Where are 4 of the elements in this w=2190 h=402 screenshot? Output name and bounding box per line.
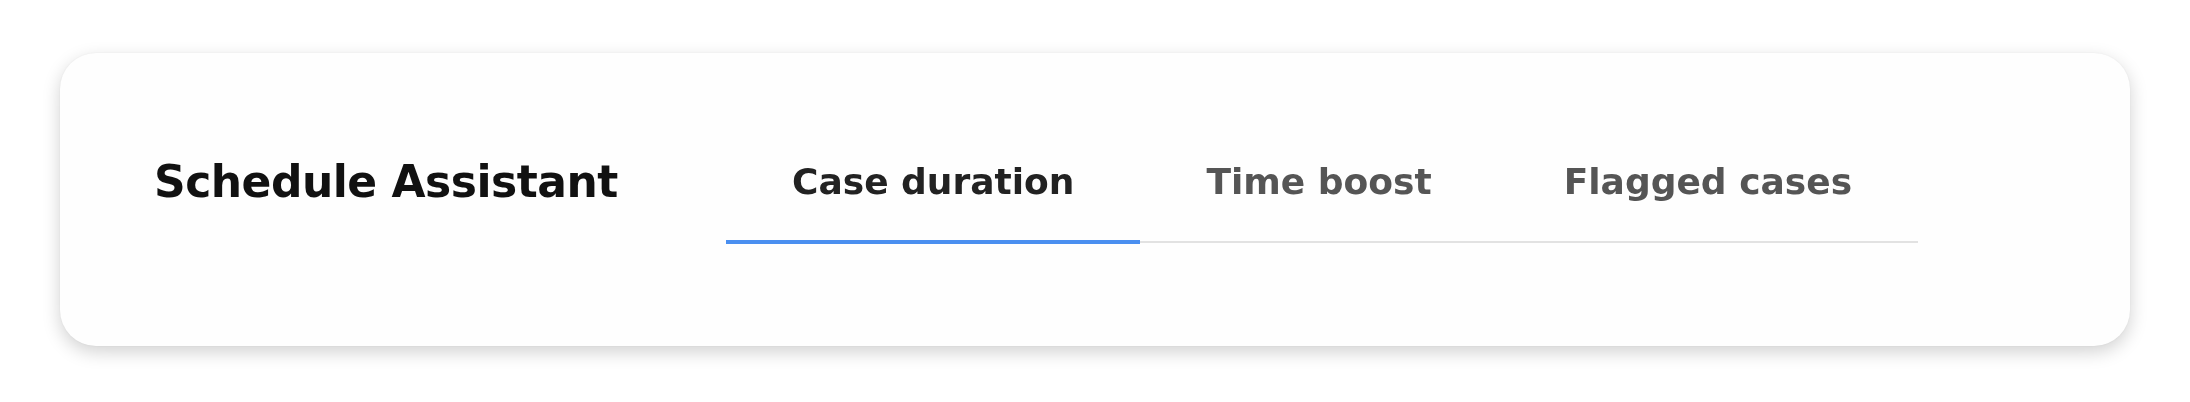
tab[interactable]: Case duration bbox=[726, 53, 1141, 244]
app-title: Schedule Assistant bbox=[154, 155, 619, 209]
tab[interactable]: Time boost bbox=[1140, 53, 1498, 244]
tab[interactable]: Flagged cases bbox=[1497, 53, 1919, 244]
